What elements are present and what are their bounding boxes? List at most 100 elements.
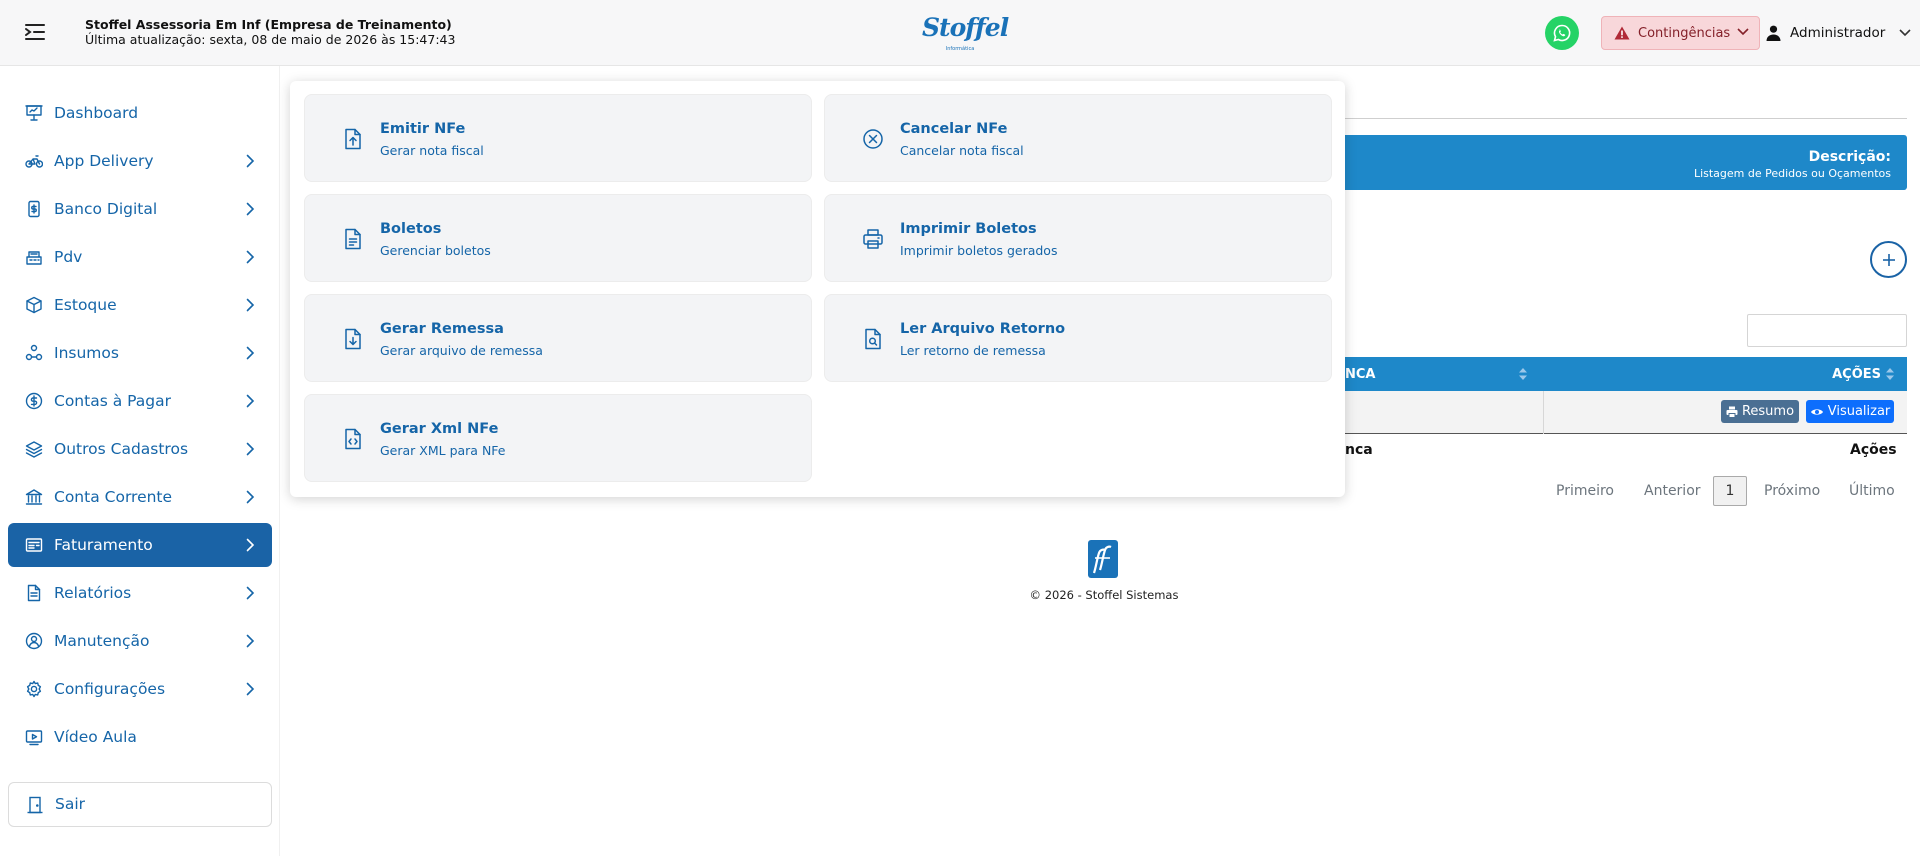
sidebar: Sair Dashboard App Delivery Banco Digital P… (0, 66, 280, 856)
sidebar-item-app-delivery[interactable]: App Delivery (8, 139, 272, 183)
pagination-last[interactable]: Último (1849, 476, 1895, 506)
chevron-right-icon (246, 250, 255, 264)
warning-icon (1614, 26, 1630, 40)
sidebar-toggle-icon[interactable] (24, 22, 46, 42)
menu-card-title: Ler Arquivo Retorno (900, 321, 1066, 337)
sidebar-item-contas-a-pagar[interactable]: Contas à Pagar (8, 379, 272, 423)
description-banner: Descrição: Listagem de Pedidos ou Oçamen… (1345, 135, 1907, 190)
logo-wordmark: Stoffel (922, 13, 1009, 42)
motorcycle-icon (25, 155, 43, 168)
sidebar-item-label: Manutenção (54, 632, 150, 650)
sidebar-item-label: Faturamento (54, 536, 153, 554)
company-name: Stoffel Assessoria Em Inf (Empresa de Tr… (85, 17, 452, 32)
sidebar-item-configuracoes[interactable]: Configurações (8, 667, 272, 711)
menu-card-description: Gerenciar boletos (380, 243, 491, 258)
sidebar-item-conta-corrente[interactable]: Conta Corrente (8, 475, 272, 519)
document-icon (345, 228, 361, 250)
table-row: Resumo Visualizar (1345, 391, 1907, 434)
bank-icon (25, 489, 43, 505)
pagination-next[interactable]: Próximo (1764, 476, 1820, 506)
menu-card-gerar-xml-nfe[interactable]: Gerar Xml NFe Gerar XML para NFe (304, 394, 812, 482)
chevron-right-icon (246, 682, 255, 696)
table-search-input[interactable] (1747, 314, 1907, 347)
chevron-right-icon (246, 202, 255, 216)
menu-card-emitir-nfe[interactable]: Emitir NFe Gerar nota fiscal (304, 94, 812, 182)
chevron-right-icon (246, 538, 255, 552)
sidebar-item-relatorios[interactable]: Relatórios (8, 571, 272, 615)
sidebar-item-label: App Delivery (54, 152, 154, 170)
resumo-button[interactable]: Resumo (1721, 400, 1799, 423)
menu-card-boletos[interactable]: Boletos Gerenciar boletos (304, 194, 812, 282)
plus-icon (1882, 253, 1895, 266)
menu-card-imprimir-boletos[interactable]: Imprimir Boletos Imprimir boletos gerados (824, 194, 1332, 282)
maintenance-icon (25, 632, 43, 650)
add-button[interactable] (1870, 241, 1907, 278)
sidebar-item-label: Insumos (54, 344, 119, 362)
title-divider (1345, 118, 1907, 119)
printer-icon (863, 229, 883, 249)
sidebar-item-label: Pdv (54, 248, 83, 266)
chevron-right-icon (246, 442, 255, 456)
top-header: Stoffel Assessoria Em Inf (Empresa de Tr… (0, 0, 1920, 66)
pagination-previous[interactable]: Anterior (1644, 476, 1701, 506)
faturamento-menu-panel: Emitir NFe Gerar nota fiscal Cancelar NFe C… (290, 81, 1345, 497)
chevron-right-icon (246, 634, 255, 648)
menu-card-title: Gerar Xml NFe (380, 421, 499, 437)
sort-icon[interactable] (1519, 368, 1527, 380)
layers-icon (25, 441, 43, 458)
gear-icon (26, 680, 42, 698)
menu-card-description: Imprimir boletos gerados (900, 243, 1058, 258)
eye-icon (1810, 408, 1823, 415)
footer-column-actions: Ações (1850, 442, 1897, 458)
register-icon (26, 251, 42, 265)
menu-card-description: Gerar XML para NFe (380, 443, 506, 458)
sidebar-item-outros-cadastros[interactable]: Outros Cadastros (8, 427, 272, 471)
sidebar-item-manutencao[interactable]: Manutenção (8, 619, 272, 663)
whatsapp-button[interactable] (1545, 16, 1579, 50)
table-header: NCA AÇÕES (1345, 357, 1907, 391)
door-icon (27, 796, 43, 814)
pagination-current[interactable]: 1 (1713, 476, 1747, 506)
stoffel-logo[interactable]: Stoffel Informática (922, 13, 1009, 54)
sidebar-item-video-aula[interactable]: Vídeo Aula (8, 715, 272, 759)
sidebar-item-label: Contas à Pagar (54, 392, 171, 410)
printer-icon (1726, 406, 1738, 418)
sidebar-item-banco-digital[interactable]: Banco Digital (8, 187, 272, 231)
dollar-icon (25, 392, 43, 410)
sidebar-item-label: Dashboard (54, 104, 139, 122)
chevron-right-icon (246, 154, 255, 168)
contingencias-label: Contingências (1638, 25, 1731, 41)
contingencias-dropdown[interactable]: Contingências (1601, 16, 1760, 50)
code-file-icon (345, 428, 361, 450)
column-header-actions[interactable]: AÇÕES (1832, 367, 1881, 382)
chevron-down-icon (1899, 29, 1911, 37)
whatsapp-icon (1553, 24, 1571, 42)
user-menu[interactable]: Administrador (1766, 16, 1916, 50)
visualizar-button[interactable]: Visualizar (1806, 400, 1894, 423)
footer-column-partial: nca (1345, 442, 1373, 458)
column-header-partial[interactable]: NCA (1345, 367, 1375, 382)
video-icon (25, 730, 43, 746)
chevron-right-icon (246, 586, 255, 600)
sidebar-item-estoque[interactable]: Estoque (8, 283, 272, 327)
menu-card-ler-arquivo-retorno[interactable]: Ler Arquivo Retorno Ler retorno de remess… (824, 294, 1332, 382)
sidebar-item-dashboard[interactable]: Dashboard (8, 91, 272, 135)
sidebar-item-pdv[interactable]: Pdv (8, 235, 272, 279)
chevron-right-icon (246, 298, 255, 312)
sort-icon[interactable] (1886, 368, 1894, 380)
pagination-first[interactable]: Primeiro (1556, 476, 1614, 506)
upload-file-icon (345, 128, 361, 150)
search-file-icon (865, 328, 881, 350)
sidebar-item-label: Estoque (54, 296, 117, 314)
last-update-text: Última atualização: sexta, 08 de maio de… (85, 32, 456, 47)
sidebar-item-label: Vídeo Aula (54, 728, 137, 746)
sidebar-item-faturamento[interactable]: Faturamento (8, 523, 272, 567)
menu-card-gerar-remessa[interactable]: Gerar Remessa Gerar arquivo de remessa (304, 294, 812, 382)
menu-card-title: Boletos (380, 221, 442, 237)
sidebar-item-insumos[interactable]: Insumos (8, 331, 272, 375)
menu-card-title: Cancelar NFe (900, 121, 1008, 137)
user-icon (1766, 25, 1781, 41)
menu-card-cancelar-nfe[interactable]: Cancelar NFe Cancelar nota fiscal (824, 94, 1332, 182)
logout-button[interactable]: Sair (8, 782, 272, 827)
report-icon (27, 584, 41, 602)
